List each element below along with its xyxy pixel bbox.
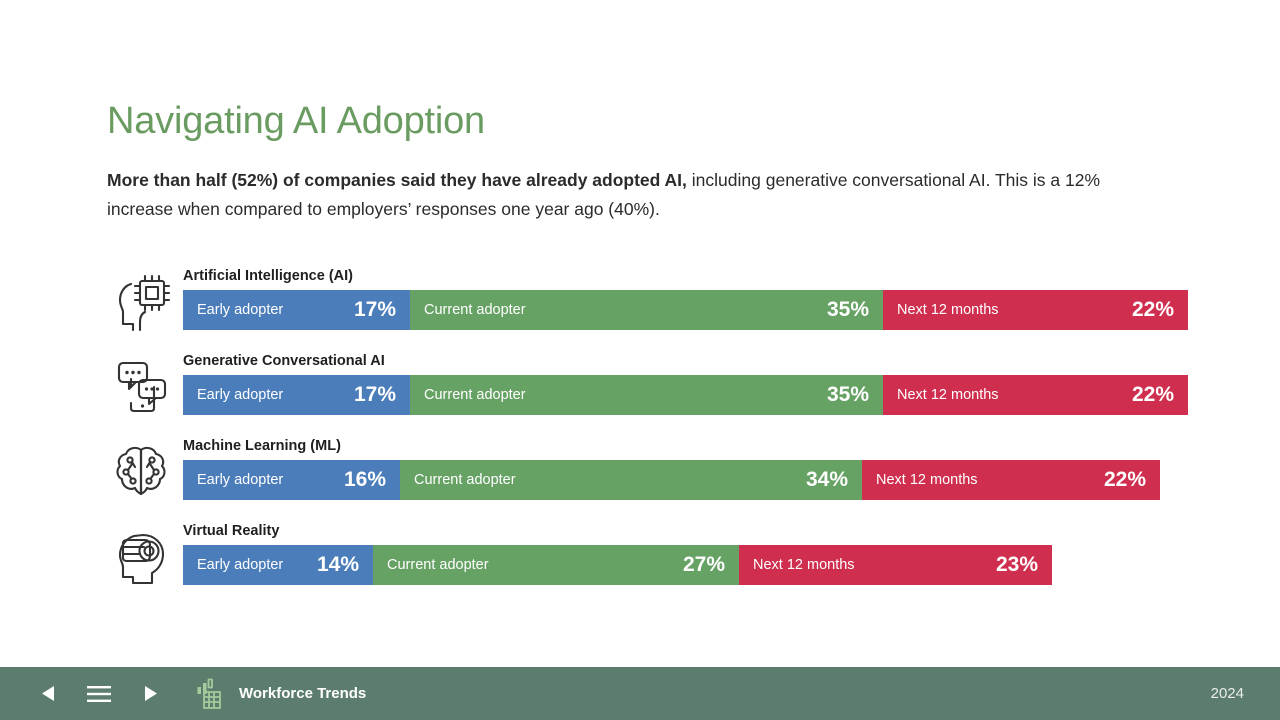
- next-slide-button[interactable]: [134, 679, 164, 709]
- chart-row-label: Artificial Intelligence (AI): [183, 268, 353, 284]
- brand[interactable]: Workforce Trends: [196, 678, 366, 710]
- previous-slide-button[interactable]: [34, 679, 64, 709]
- brain-network-icon: [109, 438, 173, 504]
- segment-label: Next 12 months: [897, 387, 999, 403]
- segment-label: Early adopter: [197, 472, 284, 488]
- stacked-bar: Early adopter 17% Current adopter 35% Ne…: [183, 290, 1188, 330]
- segment-current-adopter: Current adopter 35%: [410, 290, 883, 330]
- workforce-trends-logo-icon: [196, 678, 230, 710]
- triangle-right-icon: [144, 686, 157, 701]
- segment-value: 17%: [353, 383, 396, 406]
- chart-row-label: Generative Conversational AI: [183, 353, 385, 369]
- segment-value: 27%: [682, 553, 725, 576]
- segment-early-adopter: Early adopter 17%: [183, 290, 410, 330]
- footer-bar: Workforce Trends 2024: [0, 667, 1280, 720]
- menu-button[interactable]: [84, 679, 114, 709]
- triangle-left-icon: [41, 686, 54, 701]
- segment-value: 34%: [805, 468, 848, 491]
- segment-label: Early adopter: [197, 387, 284, 403]
- segment-value: 22%: [1131, 298, 1174, 321]
- segment-early-adopter: Early adopter 17%: [183, 375, 410, 415]
- year-label: 2024: [1210, 685, 1244, 702]
- chart-rows: Artificial Intelligence (AI) Early adopt…: [107, 262, 1197, 602]
- segment-next-12-months: Next 12 months 22%: [883, 290, 1188, 330]
- stacked-bar: Early adopter 16% Current adopter 34% Ne…: [183, 460, 1160, 500]
- hamburger-menu-icon: [87, 685, 111, 702]
- segment-value: 14%: [316, 553, 359, 576]
- segment-early-adopter: Early adopter 16%: [183, 460, 400, 500]
- chat-bubbles-phone-icon: [109, 353, 173, 419]
- chart-row: Virtual Reality Early adopter 14% Curren…: [107, 517, 1197, 602]
- segment-value: 22%: [1103, 468, 1146, 491]
- segment-current-adopter: Current adopter 27%: [373, 545, 739, 585]
- stacked-bar: Early adopter 14% Current adopter 27% Ne…: [183, 545, 1052, 585]
- segment-label: Current adopter: [424, 302, 526, 318]
- stacked-bar: Early adopter 17% Current adopter 35% Ne…: [183, 375, 1188, 415]
- body-lead-text: More than half (52%) of companies said t…: [107, 170, 687, 190]
- segment-value: 17%: [353, 298, 396, 321]
- slide: Navigating AI Adoption More than half (5…: [0, 0, 1280, 720]
- segment-early-adopter: Early adopter 14%: [183, 545, 373, 585]
- chart-row: Generative Conversational AI Early adopt…: [107, 347, 1197, 432]
- segment-next-12-months: Next 12 months 22%: [883, 375, 1188, 415]
- segment-label: Current adopter: [424, 387, 526, 403]
- segment-label: Next 12 months: [753, 557, 855, 573]
- segment-value: 22%: [1131, 383, 1174, 406]
- chart-row-label: Virtual Reality: [183, 523, 280, 539]
- vr-headset-head-icon: [109, 523, 173, 589]
- body-paragraph: More than half (52%) of companies said t…: [107, 166, 1167, 224]
- chart-row: Machine Learning (ML) Early adopter 16% …: [107, 432, 1197, 517]
- segment-label: Current adopter: [414, 472, 516, 488]
- brand-name: Workforce Trends: [239, 685, 367, 702]
- segment-label: Next 12 months: [876, 472, 978, 488]
- segment-label: Next 12 months: [897, 302, 999, 318]
- segment-next-12-months: Next 12 months 22%: [862, 460, 1160, 500]
- segment-value: 23%: [995, 553, 1038, 576]
- chart-row-label: Machine Learning (ML): [183, 438, 341, 454]
- segment-value: 35%: [826, 298, 869, 321]
- segment-label: Current adopter: [387, 557, 489, 573]
- segment-value: 35%: [826, 383, 869, 406]
- page-title: Navigating AI Adoption: [107, 100, 485, 142]
- segment-label: Early adopter: [197, 557, 284, 573]
- segment-current-adopter: Current adopter 34%: [400, 460, 862, 500]
- chart-row: Artificial Intelligence (AI) Early adopt…: [107, 262, 1197, 347]
- segment-value: 16%: [343, 468, 386, 491]
- segment-label: Early adopter: [197, 302, 284, 318]
- ai-chip-head-icon: [109, 268, 173, 334]
- segment-current-adopter: Current adopter 35%: [410, 375, 883, 415]
- segment-next-12-months: Next 12 months 23%: [739, 545, 1052, 585]
